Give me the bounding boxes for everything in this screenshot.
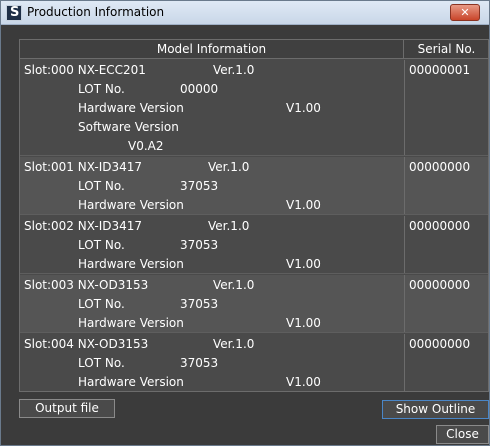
hardware-version-label: Hardware Version [78,375,184,389]
lot-label: LOT No. [78,297,125,311]
serial-number: 00000000 [409,219,471,233]
serial-number: 00000001 [409,63,471,77]
unit-version: Ver.1.0 [213,337,255,351]
lot-number: 37053 [180,179,219,193]
slot-label: Slot:003 NX-OD3153 [24,278,149,292]
output-file-button[interactable]: Output file [19,399,115,418]
lot-number: 37053 [180,297,219,311]
serial-number: 00000000 [409,278,471,292]
serial-number: 00000000 [409,160,471,174]
hardware-version-value: V1.00 [286,375,321,389]
hardware-version-label: Hardware Version [78,198,184,212]
unit-version: Ver.1.0 [213,63,255,77]
slot-label: Slot:004 NX-OD3153 [24,337,149,351]
hardware-version-value: V1.00 [286,101,321,115]
close-window-button[interactable]: ✕ [450,4,480,21]
unit-version: Ver.1.0 [208,160,250,174]
production-information-dialog: Production Information ✕ Model Informati… [0,0,490,446]
hardware-version-value: V1.00 [286,198,321,212]
lot-label: LOT No. [78,356,125,370]
software-version-value: V0.A2 [128,139,164,153]
hardware-version-label: Hardware Version [78,316,184,330]
table-row[interactable]: Slot:000 NX-ECC201 Ver.1.0 LOT No. 00000… [20,60,488,156]
lot-label: LOT No. [78,238,125,252]
hardware-version-value: V1.00 [286,316,321,330]
table-row[interactable]: Slot:002 NX-ID3417 Ver.1.0 LOT No. 37053… [20,216,488,274]
unit-version: Ver.1.0 [213,278,255,292]
software-version-label: Software Version [78,120,179,134]
table-row[interactable]: Slot:003 NX-OD3153 Ver.1.0 LOT No. 37053… [20,275,488,333]
lot-number: 37053 [180,238,219,252]
slot-label: Slot:002 NX-ID3417 [24,219,143,233]
hardware-version-label: Hardware Version [78,257,184,271]
table-header: Model Information Serial No. [20,40,488,59]
lot-number: 00000 [180,82,219,96]
table-row[interactable]: Slot:004 NX-OD3153 Ver.1.0 LOT No. 37053… [20,334,488,391]
close-button[interactable]: Close [436,425,489,444]
header-serial-no[interactable]: Serial No. [405,40,488,59]
app-logo-icon [6,5,22,21]
lot-label: LOT No. [78,179,125,193]
unit-version: Ver.1.0 [208,219,250,233]
header-model-information[interactable]: Model Information [20,40,404,59]
lot-label: LOT No. [78,82,125,96]
hardware-version-label: Hardware Version [78,101,184,115]
table-row[interactable]: Slot:001 NX-ID3417 Ver.1.0 LOT No. 37053… [20,157,488,215]
slot-label: Slot:000 NX-ECC201 [24,63,146,77]
show-outline-button[interactable]: Show Outline [382,400,489,419]
close-icon: ✕ [460,6,470,19]
slot-label: Slot:001 NX-ID3417 [24,160,143,174]
hardware-version-value: V1.00 [286,257,321,271]
title-bar[interactable]: Production Information ✕ [1,1,489,25]
production-info-table: Model Information Serial No. Slot:000 NX… [19,39,489,392]
window-title: Production Information [27,5,165,19]
serial-number: 00000000 [409,337,471,351]
lot-number: 37053 [180,356,219,370]
